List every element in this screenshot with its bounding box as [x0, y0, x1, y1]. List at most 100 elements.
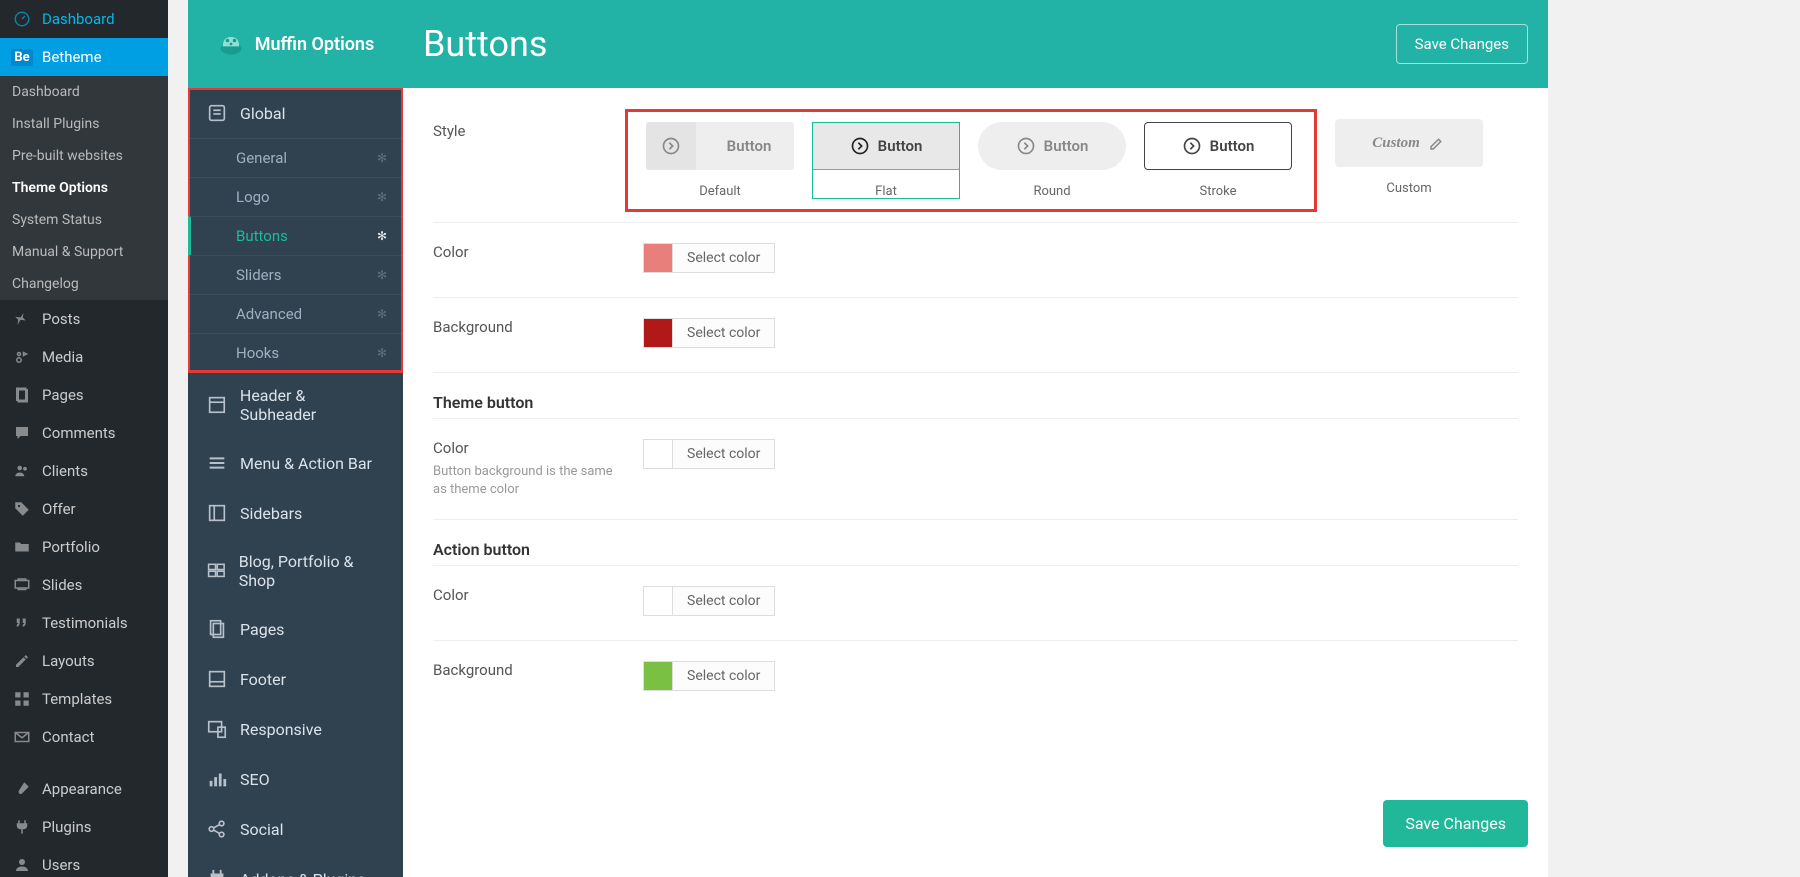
wp-menu-templates[interactable]: Templates	[0, 680, 168, 718]
wp-submenu-pre-built-websites[interactable]: Pre-built websites	[0, 140, 168, 172]
gear-icon: ✻	[377, 229, 387, 243]
addons-icon	[206, 868, 228, 877]
wp-menu-clients[interactable]: Clients	[0, 452, 168, 490]
wp-menu-appearance[interactable]: Appearance	[0, 770, 168, 808]
style-option-flat[interactable]: ButtonFlat	[812, 122, 960, 199]
wp-menu-testimonials[interactable]: Testimonials	[0, 604, 168, 642]
muffin-nav-addons-plugins[interactable]: Addons & Plugins	[188, 854, 403, 877]
muffin-subnav-logo[interactable]: Logo✻	[188, 177, 403, 216]
muffin-nav-pages[interactable]: Pages	[188, 604, 403, 654]
wp-menu-betheme[interactable]: BeBetheme	[0, 38, 168, 76]
select-background-button[interactable]: Select color	[673, 318, 775, 348]
action-bg-picker[interactable]: Select color	[643, 661, 775, 691]
slides-icon	[12, 575, 32, 595]
style-option-default[interactable]: ButtonDefault	[646, 122, 794, 199]
footer-icon	[206, 668, 228, 690]
muffin-nav-header-subheader[interactable]: Header & Subheader	[188, 372, 403, 438]
wp-menu-dashboard[interactable]: Dashboard	[0, 0, 168, 38]
wp-menu-slides[interactable]: Slides	[0, 566, 168, 604]
background-label: Background	[433, 318, 513, 336]
muffin-nav-blog-portfolio-shop[interactable]: Blog, Portfolio & Shop	[188, 538, 403, 604]
select-action-bg-button[interactable]: Select color	[673, 661, 775, 691]
action-color-swatch	[643, 586, 673, 616]
color-swatch	[643, 243, 673, 273]
responsive-icon	[206, 718, 228, 740]
wp-menu-comments[interactable]: Comments	[0, 414, 168, 452]
page-icon	[12, 385, 32, 405]
muffin-logo: Muffin Options	[188, 30, 403, 58]
muffin-subnav-sliders[interactable]: Sliders✻	[188, 255, 403, 294]
comment-icon	[12, 423, 32, 443]
pin-icon	[12, 309, 32, 329]
wp-submenu-dashboard[interactable]: Dashboard	[0, 76, 168, 108]
save-button-top[interactable]: Save Changes	[1396, 24, 1528, 64]
muffin-nav-responsive[interactable]: Responsive	[188, 704, 403, 754]
muffin-subnav-hooks[interactable]: Hooks✻	[188, 333, 403, 372]
wp-submenu-install-plugins[interactable]: Install Plugins	[0, 108, 168, 140]
menu-icon	[206, 452, 228, 474]
users-icon	[12, 461, 32, 481]
folder-icon	[12, 537, 32, 557]
brush-icon	[12, 779, 32, 799]
style-caption: Custom	[1335, 181, 1483, 196]
dashboard-icon	[12, 9, 32, 29]
select-color-button[interactable]: Select color	[673, 243, 775, 273]
mail-icon	[12, 727, 32, 747]
wp-menu-users[interactable]: Users	[0, 846, 168, 877]
grid-icon	[12, 689, 32, 709]
muffin-subnav-buttons[interactable]: Buttons✻	[188, 216, 403, 255]
background-swatch	[643, 318, 673, 348]
select-theme-color-button[interactable]: Select color	[673, 439, 775, 469]
select-action-color-button[interactable]: Select color	[673, 586, 775, 616]
style-option-stroke[interactable]: ButtonStroke	[1144, 122, 1292, 199]
gear-icon: ✻	[377, 346, 387, 360]
wp-menu-pages[interactable]: Pages	[0, 376, 168, 414]
style-option-custom[interactable]: CustomCustom	[1335, 119, 1483, 196]
style-caption: Default	[646, 184, 794, 199]
style-caption: Round	[978, 184, 1126, 199]
muffin-nav-footer[interactable]: Footer	[188, 654, 403, 704]
muffin-nav-menu-action-bar[interactable]: Menu & Action Bar	[188, 438, 403, 488]
pencil-icon	[12, 651, 32, 671]
quote-icon	[12, 613, 32, 633]
action-button-title: Action button	[433, 520, 1518, 566]
wp-submenu-manual-support[interactable]: Manual & Support	[0, 236, 168, 268]
arrow-right-circle-icon	[1182, 136, 1202, 156]
muffin-nav-seo[interactable]: SEO	[188, 754, 403, 804]
wp-menu-posts[interactable]: Posts	[0, 300, 168, 338]
theme-color-swatch	[643, 439, 673, 469]
arrow-right-circle-icon	[1016, 136, 1036, 156]
wp-submenu-changelog[interactable]: Changelog	[0, 268, 168, 300]
wp-menu-media[interactable]: Media	[0, 338, 168, 376]
pencil-icon	[1428, 134, 1446, 152]
wp-admin-sidebar: DashboardBeBethemeDashboardInstall Plugi…	[0, 0, 168, 877]
wp-menu-contact[interactable]: Contact	[0, 718, 168, 756]
muffin-nav-social[interactable]: Social	[188, 804, 403, 854]
theme-color-picker[interactable]: Select color	[643, 439, 775, 469]
media-icon	[12, 347, 32, 367]
color-picker[interactable]: Select color	[643, 243, 775, 273]
wp-submenu-theme-options[interactable]: Theme Options	[0, 172, 168, 204]
muffin-subnav-general[interactable]: General✻	[188, 138, 403, 177]
wp-submenu-system-status[interactable]: System Status	[0, 204, 168, 236]
muffin-nav-global[interactable]: Global	[188, 88, 403, 138]
gear-icon: ✻	[377, 151, 387, 165]
wp-menu-portfolio[interactable]: Portfolio	[0, 528, 168, 566]
global-icon	[206, 102, 228, 124]
wp-menu-offer[interactable]: Offer	[0, 490, 168, 528]
action-color-picker[interactable]: Select color	[643, 586, 775, 616]
sidebar-icon	[206, 502, 228, 524]
style-option-round[interactable]: ButtonRound	[978, 122, 1126, 199]
action-bg-label: Background	[433, 661, 513, 679]
muffin-nav-sidebars[interactable]: Sidebars	[188, 488, 403, 538]
tag-icon	[12, 499, 32, 519]
wp-menu-layouts[interactable]: Layouts	[0, 642, 168, 680]
muffin-brand-text: Muffin Options	[255, 34, 375, 55]
user-icon	[12, 855, 32, 875]
save-button-bottom[interactable]: Save Changes	[1383, 800, 1528, 847]
muffin-subnav-advanced[interactable]: Advanced✻	[188, 294, 403, 333]
wp-menu-plugins[interactable]: Plugins	[0, 808, 168, 846]
action-color-label: Color	[433, 586, 469, 604]
background-picker[interactable]: Select color	[643, 318, 775, 348]
header-icon	[206, 394, 228, 416]
